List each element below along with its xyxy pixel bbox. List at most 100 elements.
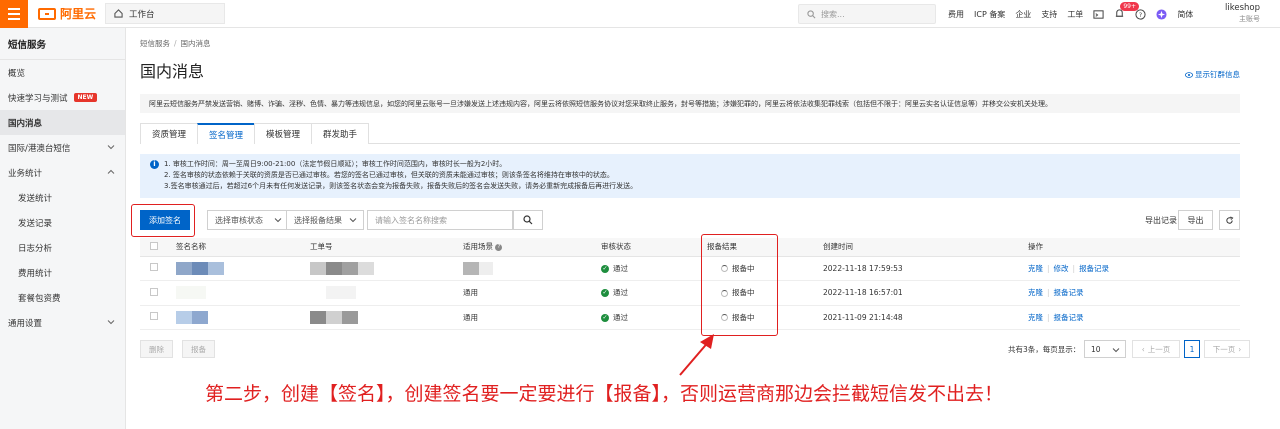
show-dingtalk-label: 显示钉群信息: [1195, 70, 1240, 79]
breadcrumb-item[interactable]: 短信服务: [140, 39, 170, 48]
edit-link[interactable]: 修改: [1054, 264, 1069, 273]
nav-icp[interactable]: ICP 备案: [974, 9, 1005, 20]
sidebar-item-overview[interactable]: 概览: [0, 60, 125, 85]
report-result-select[interactable]: 选择报备结果: [286, 210, 364, 230]
chevron-up-icon: [107, 169, 115, 174]
sidebar-item-package[interactable]: 套餐包资费: [0, 285, 125, 310]
prev-page-label: 上一页: [1147, 344, 1171, 354]
report-records-link[interactable]: 报备记录: [1054, 313, 1084, 322]
col-scene: 适用场景 ?: [463, 238, 601, 257]
audit-status: 通过: [613, 288, 628, 298]
clone-link[interactable]: 克隆: [1028, 288, 1043, 297]
col-audit-status: 审核状态: [601, 238, 707, 257]
report-records-link[interactable]: 报备记录: [1054, 288, 1084, 297]
sidebar-item-send-records[interactable]: 发送记录: [0, 210, 125, 235]
search-button[interactable]: [513, 210, 543, 230]
sidebar-item-cost-stats[interactable]: 费用统计: [0, 260, 125, 285]
notification-badge: 99+: [1120, 1, 1139, 11]
sidebar-item-settings[interactable]: 通用设置: [0, 310, 125, 335]
nav-support[interactable]: 支持: [1041, 9, 1057, 20]
row-checkbox[interactable]: [150, 312, 158, 321]
col-ticket-no: 工单号: [310, 238, 463, 257]
user-menu[interactable]: likeshop 主账号: [1225, 3, 1260, 25]
sidebar-item-statistics[interactable]: 业务统计: [0, 160, 125, 185]
help-icon[interactable]: ?: [495, 243, 503, 251]
tab-bulk-send[interactable]: 群发助手: [311, 123, 370, 144]
audit-status-cell: ✓ 通过: [601, 280, 707, 306]
actions-cell: 克隆 | 修改 | 报备记录: [1028, 256, 1240, 281]
signature-search-input[interactable]: 请输入签名名称搜索: [367, 210, 513, 230]
notification-button[interactable]: 99+: [1114, 1, 1139, 21]
ticket-no-redacted: [310, 305, 463, 330]
export-button[interactable]: 导出: [1178, 210, 1213, 230]
sidebar-item-label: 发送统计: [18, 193, 53, 204]
ticket-no-redacted: [310, 256, 463, 281]
clone-link[interactable]: 克隆: [1028, 264, 1043, 273]
export-records-link[interactable]: 导出记录: [1145, 215, 1177, 226]
select-all-checkbox[interactable]: [150, 241, 158, 250]
created-time: 2021-11-09 21:14:48: [823, 305, 1028, 330]
row-checkbox[interactable]: [150, 263, 158, 272]
compliance-notice: 阿里云短信服务严禁发送营销、赌博、诈骗、淫秽、色情、暴力等违规信息，如您的阿里云…: [140, 94, 1240, 113]
scene: 通用: [463, 305, 601, 330]
aliyun-logo[interactable]: 阿里云: [38, 5, 96, 22]
next-page-button[interactable]: 下一页 ›: [1204, 340, 1250, 358]
refresh-button[interactable]: [1219, 210, 1240, 230]
show-dingtalk-link[interactable]: 显示钉群信息: [1184, 69, 1240, 80]
audit-status: 通过: [613, 312, 628, 322]
prev-page-button[interactable]: ‹ 上一页: [1132, 340, 1180, 358]
created-time: 2022-11-18 17:59:53: [823, 256, 1028, 281]
current-page[interactable]: 1: [1184, 340, 1200, 358]
scene-redacted: [463, 256, 601, 281]
eye-icon: [1184, 72, 1193, 78]
tab-qualification[interactable]: 资质管理: [140, 123, 199, 144]
tab-signature[interactable]: 签名管理: [197, 123, 256, 144]
audit-status-cell: ✓ 通过: [601, 256, 707, 281]
terminal-icon[interactable]: [1093, 9, 1104, 20]
sidebar-item-label: 发送记录: [18, 218, 53, 229]
sidebar-item-international[interactable]: 国际/港澳台短信: [0, 135, 125, 160]
select-all-cell: [140, 238, 176, 257]
row-checkbox[interactable]: [150, 287, 158, 296]
sidebar-item-label: 业务统计: [8, 168, 43, 179]
sidebar-item-label: 国际/港澳台短信: [8, 143, 71, 154]
sidebar-item-label: 套餐包资费: [18, 293, 61, 304]
sidebar-item-log-analysis[interactable]: 日志分析: [0, 235, 125, 260]
page-title: 国内消息: [140, 62, 205, 81]
signature-name-redacted: [176, 280, 310, 306]
new-badge: NEW: [73, 93, 98, 102]
table-row: 通用 ✓ 通过 报备中 2022-11-18 16:57:01 克隆 | 报备记录: [140, 280, 1240, 306]
delete-button[interactable]: 删除: [140, 340, 173, 358]
tab-template[interactable]: 模板管理: [254, 123, 313, 144]
svg-text:?: ?: [1139, 10, 1142, 18]
sidebar-item-label: 日志分析: [18, 243, 53, 254]
audit-status-cell: ✓ 通过: [601, 305, 707, 330]
audit-status-select[interactable]: 选择审核状态: [207, 210, 289, 230]
top-nav: 费用 ICP 备案 企业 支持 工单 99+ ? 简体: [948, 0, 1193, 28]
brand-name: 阿里云: [60, 7, 97, 21]
chevron-down-icon: [349, 218, 357, 223]
clone-link[interactable]: 克隆: [1028, 313, 1043, 322]
workbench-button[interactable]: 工作台: [105, 3, 225, 24]
highlight-box-add: [131, 204, 195, 237]
report-button[interactable]: 报备: [182, 340, 215, 358]
global-search-input[interactable]: 搜索...: [798, 4, 936, 24]
sidebar-item-domestic[interactable]: 国内消息: [0, 110, 125, 135]
nav-billing[interactable]: 费用: [948, 9, 964, 20]
report-records-link[interactable]: 报备记录: [1079, 264, 1109, 273]
menu-icon[interactable]: [0, 0, 28, 28]
nav-ticket[interactable]: 工单: [1067, 9, 1083, 20]
ai-assistant-icon[interactable]: [1156, 8, 1167, 20]
table-header-row: 签名名称 工单号 适用场景 ? 审核状态 报备结果 创建时间 操作: [140, 238, 1240, 257]
check-circle-icon: ✓: [601, 313, 609, 322]
table-footer: 删除 报备 共有3条，每页显示： 10 ‹ 上一页 1 下一页 ›: [140, 340, 1250, 358]
language-switch[interactable]: 简体: [1177, 9, 1193, 20]
breadcrumb: 短信服务 / 国内消息: [140, 39, 211, 48]
sidebar-item-send-stats[interactable]: 发送统计: [0, 185, 125, 210]
table-row: ✓ 通过 报备中 2022-11-18 17:59:53 克隆 | 修改 | 报备记录: [140, 256, 1240, 281]
signature-name-redacted: [176, 256, 310, 281]
sidebar-item-quickstart[interactable]: 快速学习与测试 NEW: [0, 85, 125, 110]
page-size-select[interactable]: 10: [1084, 340, 1126, 358]
refresh-icon: [1226, 215, 1234, 224]
nav-enterprise[interactable]: 企业: [1015, 9, 1031, 20]
